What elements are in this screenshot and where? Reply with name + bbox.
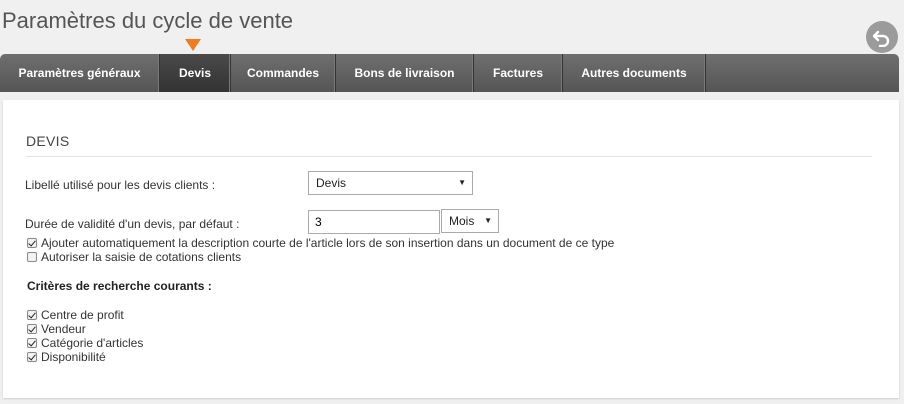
libelle-select[interactable]: Devis ▼ — [308, 171, 473, 195]
tab-commandes[interactable]: Commandes — [231, 54, 336, 92]
tab-bons-de-livraison[interactable]: Bons de livraison — [336, 54, 474, 92]
criteria-title: Critères de recherche courants : — [27, 279, 212, 293]
duree-label: Durée de validité d'un devis, par défaut… — [25, 217, 240, 231]
section-title: DEVIS — [26, 133, 872, 157]
criteria-categorie-articles[interactable]: Catégorie d'articles — [27, 335, 144, 350]
option-label: Ajouter automatiquement la description c… — [41, 235, 615, 250]
criteria-label: Vendeur — [41, 321, 86, 336]
checkbox[interactable] — [27, 337, 37, 348]
tab-bar: Paramètres généraux Devis Commandes Bons… — [0, 54, 899, 92]
option-description-courte[interactable]: Ajouter automatiquement la description c… — [27, 235, 615, 250]
chevron-down-icon: ▼ — [484, 216, 492, 225]
duree-input[interactable] — [308, 210, 440, 234]
checkbox[interactable] — [27, 237, 37, 248]
libelle-label: Libellé utilisé pour les devis clients : — [25, 178, 216, 192]
undo-arrow-icon — [872, 30, 890, 47]
tab-parametres-generaux[interactable]: Paramètres généraux — [0, 54, 160, 92]
checkbox[interactable] — [27, 323, 37, 334]
criteria-disponibilite[interactable]: Disponibilité — [27, 349, 106, 364]
page-title: Paramètres du cycle de vente — [2, 8, 294, 33]
tab-autres-documents[interactable]: Autres documents — [563, 54, 706, 92]
chevron-down-icon: ▼ — [458, 178, 466, 187]
option-cotations-clients[interactable]: Autoriser la saisie de cotations clients — [27, 249, 242, 264]
duree-unit-select[interactable]: Mois ▼ — [441, 209, 499, 233]
back-button[interactable] — [866, 21, 898, 53]
checkbox[interactable] — [27, 351, 37, 362]
criteria-label: Catégorie d'articles — [41, 335, 144, 350]
tab-devis[interactable]: Devis — [160, 54, 231, 92]
criteria-label: Centre de profit — [41, 307, 124, 322]
settings-panel: DEVIS Libellé utilisé pour les devis cli… — [3, 100, 899, 398]
libelle-select-value: Devis — [316, 176, 347, 190]
criteria-vendeur[interactable]: Vendeur — [27, 321, 86, 336]
tab-factures[interactable]: Factures — [474, 54, 563, 92]
checkbox[interactable] — [27, 251, 37, 262]
active-tab-indicator — [185, 39, 201, 51]
checkbox[interactable] — [27, 309, 37, 320]
duree-unit-value: Mois — [449, 214, 475, 228]
criteria-centre-de-profit[interactable]: Centre de profit — [27, 307, 124, 322]
criteria-label: Disponibilité — [41, 349, 106, 364]
option-label: Autoriser la saisie de cotations clients — [41, 249, 242, 264]
